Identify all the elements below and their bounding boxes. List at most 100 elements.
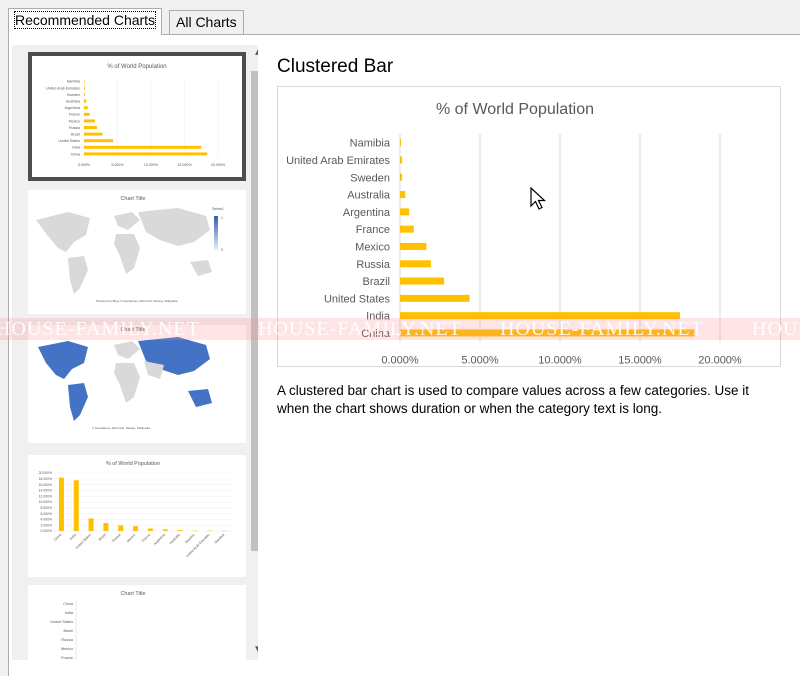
y-tick-label: 10.000%: [39, 500, 52, 504]
thumbnail-scrollbar[interactable]: ▲ ▼: [248, 45, 258, 660]
thumbnail-empty-bar[interactable]: Chart Title China India United States Brazi…: [28, 585, 246, 660]
thumbnail-map-chart: Chart Title © GeoNames, Microsoft, Navte…: [28, 325, 246, 443]
category-label: Australia: [169, 533, 181, 545]
x-tick-label: 20.000%: [698, 355, 742, 366]
category-label: Russia: [111, 533, 121, 543]
bar: [84, 139, 113, 142]
category-label: United States: [50, 620, 73, 624]
preview-bar-chart: % of World Population NamibiaUnited Arab…: [278, 87, 780, 366]
category-label: Sweden: [67, 93, 80, 97]
bar: [400, 174, 402, 181]
map-attribution: © GeoNames, Microsoft, Navteq, Wikipedia: [92, 426, 150, 430]
category-label: United States: [75, 533, 92, 550]
bar: [84, 146, 201, 149]
thumbnail-clustered-bar[interactable]: % of World Population 0.000%5.000%10.000…: [28, 52, 246, 181]
column: [89, 518, 94, 531]
thumbnail-filled-map[interactable]: Chart Title Series1 1 0 Powered by Bing …: [28, 190, 246, 314]
bar: [400, 208, 409, 215]
scrollbar-thumb[interactable]: [251, 71, 258, 551]
tab-all-charts[interactable]: All Charts: [169, 10, 244, 35]
column: [59, 478, 64, 531]
x-tick-label: 0.000%: [381, 355, 419, 366]
category-label: Brazil: [98, 533, 107, 542]
column: [163, 529, 168, 531]
category-label: China: [71, 152, 80, 156]
bar: [84, 113, 90, 116]
bar: [84, 80, 85, 83]
bar: [84, 133, 102, 136]
category-label: Brazil: [71, 133, 80, 137]
legend-title: Series1: [212, 207, 224, 211]
bar: [400, 312, 680, 319]
bar: [400, 295, 470, 302]
category-label: Australia: [66, 100, 80, 104]
column: [118, 525, 123, 531]
column: [74, 480, 79, 531]
category-label: Sweden: [350, 172, 390, 184]
preview-chart-type-title: Clustered Bar: [277, 56, 393, 78]
category-label: United Arab Emirates: [286, 155, 390, 167]
thumbnail-title: Chart Title: [120, 591, 145, 597]
y-tick-label: 14.000%: [39, 489, 52, 493]
chart-description: A clustered bar chart is used to compare…: [277, 382, 782, 418]
category-label: Namibia: [214, 533, 226, 545]
bar: [400, 329, 694, 336]
category-label: Russia: [356, 259, 391, 271]
mouse-pointer-icon: [530, 187, 548, 213]
x-tick-label: 0.000%: [78, 163, 91, 167]
x-tick-label: 5.000%: [111, 163, 124, 167]
category-label: United States: [58, 139, 80, 143]
x-tick-label: 20.000%: [211, 163, 226, 167]
category-label: China: [53, 533, 62, 542]
category-label: India: [69, 533, 77, 541]
y-tick-label: 4.000%: [41, 518, 53, 522]
category-label: France: [356, 224, 390, 236]
tab-label: Recommended Charts: [15, 12, 155, 28]
thumbnail-bar-chart: % of World Population 0.000%5.000%10.000…: [32, 56, 242, 177]
category-label: France: [61, 656, 73, 660]
x-tick-label: 15.000%: [618, 355, 662, 366]
bar: [400, 139, 401, 146]
category-label: United Arab Emirates: [46, 86, 80, 90]
thumbnail-title: Chart Title: [120, 327, 145, 333]
chart-title: % of World Population: [436, 101, 594, 118]
category-label: India: [72, 146, 80, 150]
y-tick-label: 20.000%: [39, 471, 52, 475]
y-tick-label: 16.000%: [39, 483, 52, 487]
category-label: Brazil: [362, 276, 390, 288]
y-tick-label: 12.000%: [39, 494, 52, 498]
legend-gradient: [214, 216, 218, 250]
bar: [84, 100, 86, 103]
thumbnail-filled-map-category[interactable]: Chart Title © GeoNames, Microsoft, Navte…: [28, 325, 246, 443]
bar: [400, 243, 426, 250]
world-map-icon: [38, 337, 212, 421]
thumbnail-clustered-column[interactable]: % of World Population 0.000%2.000%4.000%…: [28, 455, 246, 577]
category-label: Namibia: [67, 80, 80, 84]
category-label: China: [63, 602, 74, 606]
category-label: France: [141, 533, 151, 543]
scroll-down-icon[interactable]: ▼: [252, 644, 258, 656]
category-label: Mexico: [61, 647, 73, 651]
tab-recommended-charts[interactable]: Recommended Charts: [8, 8, 162, 35]
bar: [84, 93, 85, 96]
legend-low: 0: [221, 248, 223, 252]
thumbnail-column-chart: % of World Population 0.000%2.000%4.000%…: [28, 455, 246, 577]
column: [103, 523, 108, 531]
bar: [84, 86, 85, 89]
category-label: Argentina: [65, 106, 80, 110]
y-tick-label: 0.000%: [41, 529, 53, 533]
scroll-up-icon[interactable]: ▲: [252, 47, 258, 59]
recommended-chart-list[interactable]: % of World Population 0.000%5.000%10.000…: [12, 45, 258, 660]
bar: [400, 278, 444, 285]
category-label: Russia: [61, 638, 73, 642]
map-attribution: Powered by Bing © GeoNames, Microsoft, N…: [96, 299, 178, 303]
category-label: France: [69, 113, 80, 117]
category-label: India: [366, 311, 391, 323]
bar: [400, 260, 431, 267]
x-tick-label: 5.000%: [461, 355, 499, 366]
category-label: Brazil: [64, 629, 74, 633]
bar: [84, 106, 88, 109]
thumbnail-map-chart: Chart Title Series1 1 0 Powered by Bing …: [28, 190, 246, 314]
category-label: India: [65, 611, 74, 615]
category-label: Mexico: [355, 241, 390, 253]
